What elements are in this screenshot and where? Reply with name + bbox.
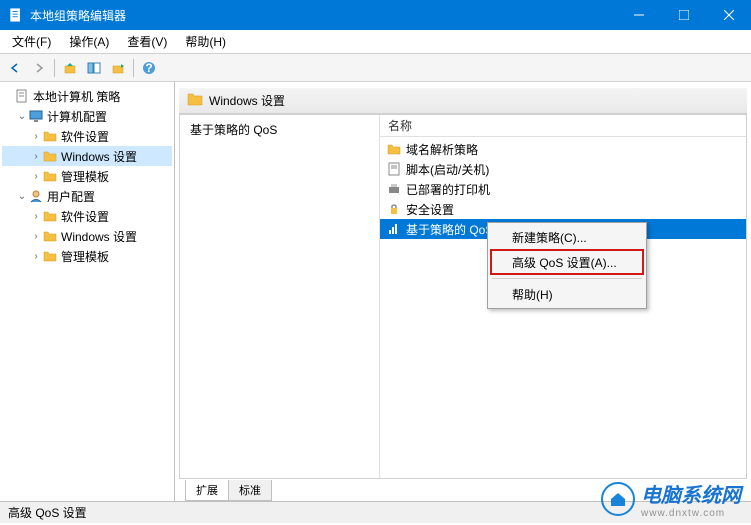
export-button[interactable] <box>107 57 129 79</box>
expand-icon[interactable]: › <box>30 251 42 262</box>
policy-icon <box>14 88 30 104</box>
back-button[interactable] <box>4 57 26 79</box>
context-menu: 新建策略(C)... 高级 QoS 设置(A)... 帮助(H) <box>487 222 647 309</box>
ctx-new-policy[interactable]: 新建策略(C)... <box>490 225 644 249</box>
script-icon <box>386 161 402 177</box>
selected-item-title: 基于策略的 QoS <box>190 121 369 138</box>
watermark-text: 电脑系统网 <box>641 479 741 508</box>
folder-icon <box>386 141 402 157</box>
tree-windows-settings[interactable]: › Windows 设置 <box>2 146 172 166</box>
tree-computer-config[interactable]: ⌄ 计算机配置 <box>2 106 172 126</box>
close-button[interactable] <box>706 0 751 30</box>
expand-icon[interactable]: › <box>30 171 42 182</box>
toolbar: ? <box>0 54 751 82</box>
folder-icon <box>42 168 58 184</box>
tree-user-windows[interactable]: › Windows 设置 <box>2 226 172 246</box>
computer-icon <box>28 108 44 124</box>
menu-action[interactable]: 操作(A) <box>61 31 117 52</box>
titlebar: 本地组策略编辑器 <box>0 0 751 30</box>
tab-extended[interactable]: 扩展 <box>185 480 229 501</box>
menu-help[interactable]: 帮助(H) <box>177 31 234 52</box>
tree-root[interactable]: 本地计算机 策略 <box>2 86 172 106</box>
watermark: 电脑系统网 www.dnxtw.com <box>601 479 741 519</box>
menu-view[interactable]: 查看(V) <box>119 31 175 52</box>
menubar: 文件(F) 操作(A) 查看(V) 帮助(H) <box>0 30 751 54</box>
tree-admin-templates[interactable]: › 管理模板 <box>2 166 172 186</box>
folder-icon <box>42 148 58 164</box>
help-button[interactable]: ? <box>138 57 160 79</box>
content-header: Windows 设置 <box>179 88 747 114</box>
security-icon <box>386 201 402 217</box>
window-title: 本地组策略编辑器 <box>30 7 616 24</box>
menu-file[interactable]: 文件(F) <box>4 31 59 52</box>
folder-icon <box>42 228 58 244</box>
maximize-button[interactable] <box>661 0 706 30</box>
list-item-scripts[interactable]: 脚本(启动/关机) <box>380 159 746 179</box>
tree-software-settings[interactable]: › 软件设置 <box>2 126 172 146</box>
description-column: 基于策略的 QoS <box>180 115 380 478</box>
tree-user-config[interactable]: ⌄ 用户配置 <box>2 186 172 206</box>
expand-icon[interactable]: › <box>30 231 42 242</box>
folder-icon <box>42 248 58 264</box>
expand-icon[interactable]: › <box>30 151 42 162</box>
watermark-logo <box>601 482 635 516</box>
column-header-name[interactable]: 名称 <box>380 115 746 137</box>
menu-separator <box>492 278 642 279</box>
tree-user-software[interactable]: › 软件设置 <box>2 206 172 226</box>
status-text: 高级 QoS 设置 <box>8 504 87 521</box>
collapse-icon[interactable]: ⌄ <box>16 191 28 202</box>
list-item-printers[interactable]: 已部署的打印机 <box>380 179 746 199</box>
ctx-help[interactable]: 帮助(H) <box>490 282 644 306</box>
show-hide-button[interactable] <box>83 57 105 79</box>
folder-icon <box>187 92 203 109</box>
collapse-icon[interactable]: ⌄ <box>16 111 28 122</box>
content-title: Windows 设置 <box>209 92 285 109</box>
qos-icon <box>386 221 402 237</box>
content-pane: Windows 设置 基于策略的 QoS 名称 域名解析策略 脚本(启动/关机) <box>175 82 751 501</box>
list-item-dns[interactable]: 域名解析策略 <box>380 139 746 159</box>
up-button[interactable] <box>59 57 81 79</box>
tree-user-templates[interactable]: › 管理模板 <box>2 246 172 266</box>
forward-button[interactable] <box>28 57 50 79</box>
ctx-advanced-qos[interactable]: 高级 QoS 设置(A)... <box>490 249 644 275</box>
minimize-button[interactable] <box>616 0 661 30</box>
tab-standard[interactable]: 标准 <box>228 480 272 501</box>
folder-icon <box>42 208 58 224</box>
watermark-url: www.dnxtw.com <box>641 508 741 519</box>
list-item-security[interactable]: 安全设置 <box>380 199 746 219</box>
user-icon <box>28 188 44 204</box>
tree-pane: 本地计算机 策略 ⌄ 计算机配置 › 软件设置 › Windows 设置 › 管… <box>0 82 175 501</box>
app-icon <box>8 7 24 23</box>
printer-icon <box>386 181 402 197</box>
folder-icon <box>42 128 58 144</box>
expand-icon[interactable]: › <box>30 131 42 142</box>
expand-icon[interactable]: › <box>30 211 42 222</box>
svg-text:?: ? <box>145 61 152 75</box>
